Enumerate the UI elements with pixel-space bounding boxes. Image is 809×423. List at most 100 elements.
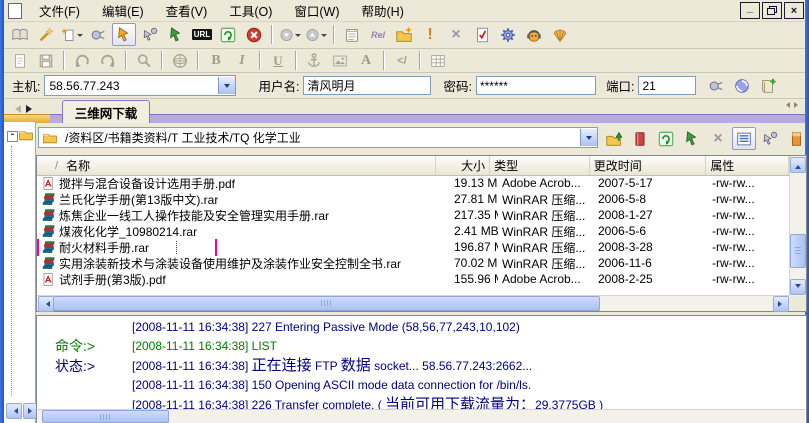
font-icon[interactable]: A <box>354 49 378 72</box>
underline-icon[interactable]: U <box>266 49 290 72</box>
list-view-icon-glyph <box>735 130 753 148</box>
save-icon[interactable] <box>34 49 58 72</box>
username-input[interactable] <box>303 76 432 95</box>
monkey-headset-icon[interactable] <box>522 23 546 46</box>
new-document-icon-dropdown[interactable] <box>77 33 83 40</box>
undo-icon[interactable] <box>70 49 94 72</box>
insert-table-icon[interactable] <box>426 49 450 72</box>
horizontal-scrollbar[interactable] <box>37 295 790 312</box>
verify-document-icon[interactable] <box>470 23 494 46</box>
html-tag-icon[interactable]: </ <box>390 49 414 72</box>
download-icon-dropdown[interactable] <box>295 33 301 40</box>
table-row[interactable]: 耐火材料手册.rar 196.87 MB WinRAR 压缩... 2008-3-28… <box>37 238 789 256</box>
edit-file-icon[interactable] <box>340 23 364 46</box>
go-pointer-icon[interactable] <box>680 127 704 150</box>
insert-image-icon[interactable] <box>328 49 352 72</box>
refresh-list-icon[interactable] <box>654 127 678 150</box>
scroll-down-button[interactable] <box>790 279 806 295</box>
refresh-icon[interactable] <box>216 23 240 46</box>
italic-icon[interactable]: I <box>230 49 254 72</box>
anchor-icon[interactable] <box>302 49 326 72</box>
host-dropdown-button[interactable] <box>218 77 236 94</box>
column-header-attr[interactable]: 属性 <box>706 156 789 175</box>
tab-overflow-left-button[interactable] <box>782 99 791 110</box>
queue-pane-icon[interactable] <box>784 127 805 150</box>
select-pointer-icon[interactable] <box>112 23 136 46</box>
tree-expander[interactable]: - <box>7 131 18 142</box>
column-header-name[interactable]: / 名称 <box>37 156 436 175</box>
password-input[interactable] <box>475 76 596 95</box>
rar-file-icon <box>41 192 56 207</box>
bold-icon[interactable]: B <box>204 49 228 72</box>
cancel-icon[interactable]: × <box>706 127 730 150</box>
table-row[interactable]: 兰氏化学手册(第13版中文).rar 27.81 MB WinRAR 压缩... 20… <box>37 191 789 207</box>
column-header-modified[interactable]: 更改时间 <box>590 156 707 175</box>
table-row[interactable]: 搅拌与混合设备设计选用手册.pdf 19.13 MB Adobe Acrob... 2… <box>37 175 789 191</box>
go-pointer-icon[interactable] <box>164 23 188 46</box>
browser-globe-icon[interactable] <box>168 49 192 72</box>
host-combobox[interactable]: 58.56.77.243 <box>44 75 237 96</box>
scroll-up-button[interactable] <box>790 157 806 173</box>
quick-connect-icon[interactable] <box>86 23 110 46</box>
close-button[interactable]: × <box>784 2 804 19</box>
folder-up-icon[interactable] <box>602 127 626 150</box>
vertical-scroll-thumb[interactable] <box>790 234 806 268</box>
rename-icon[interactable]: Rel <box>366 23 390 46</box>
menu-item-help[interactable]: 帮助(H) <box>351 0 415 21</box>
log-horizontal-scrollbar[interactable] <box>38 409 805 423</box>
port-input[interactable] <box>638 76 697 95</box>
tree-scroll-left-button[interactable] <box>6 403 22 419</box>
delete-icon[interactable]: × <box>444 23 468 46</box>
disconnect-pointer-icon[interactable] <box>138 23 162 46</box>
upload-icon-dropdown[interactable] <box>321 33 327 40</box>
log-segment: [2008-11-11 16:34:38] <box>132 359 252 373</box>
priority-icon[interactable]: ! <box>418 23 442 46</box>
vertical-scrollbar[interactable] <box>789 156 806 296</box>
add-bookmark-icon[interactable] <box>756 74 780 97</box>
download-icon[interactable] <box>278 23 302 46</box>
tree-scroll-buttons <box>6 403 39 419</box>
shell-icon[interactable] <box>548 23 572 46</box>
new-folder-icon[interactable] <box>392 23 416 46</box>
table-row[interactable]: 炼焦企业一线工人操作技能及安全管理实用手册.rar 217.35 MB WinRAR… <box>37 207 789 223</box>
new-file-icon[interactable] <box>8 49 32 72</box>
new-document-icon[interactable] <box>60 23 84 46</box>
scroll-left-button[interactable] <box>38 296 54 312</box>
url-icon[interactable]: URL <box>190 23 214 46</box>
find-icon[interactable] <box>132 49 156 72</box>
redo-icon[interactable] <box>96 49 120 72</box>
tab-overflow-right-button[interactable] <box>793 99 802 110</box>
list-view-icon[interactable] <box>732 127 756 150</box>
path-combobox[interactable]: /资料区/书籍类资料/T 工业技术/TQ 化学工业 <box>38 127 598 148</box>
menu-item-edit[interactable]: 编辑(E) <box>91 0 155 21</box>
scroll-right-button[interactable] <box>773 296 789 312</box>
table-row[interactable]: 煤液化化学_10980214.rar 2.41 MB WinRAR 压缩... 200… <box>37 223 789 239</box>
table-row[interactable]: 试剂手册(第3版).pdf 155.96 MB Adobe Acrob... 2008… <box>37 271 789 287</box>
file-name: 搅拌与混合设备设计选用手册.pdf <box>59 176 236 191</box>
settings-gear-icon[interactable] <box>496 23 520 46</box>
menu-item-file[interactable]: 文件(F) <box>28 0 91 21</box>
bookmarks-book-icon[interactable] <box>628 127 652 150</box>
table-row[interactable]: 实用涂装新技术与涂装设备使用维护及涂装作业安全控制全书.rar 70.02 MB W… <box>37 255 789 271</box>
tab-sanweiwang-download[interactable]: 三维网下载 <box>62 100 150 123</box>
stop-icon[interactable] <box>242 23 266 46</box>
site-manager-icon[interactable] <box>8 23 32 46</box>
connection-pointer-icon[interactable] <box>758 127 782 150</box>
ftp-log-pane: 命令:> 状态:> [2008-11-11 16:34:38] 227 Ente… <box>36 315 807 423</box>
menu-item-view[interactable]: 查看(V) <box>155 0 219 21</box>
column-label: 名称 <box>66 159 91 173</box>
connection-wizard-icon[interactable] <box>34 23 58 46</box>
reconnect-swirl-icon[interactable] <box>730 74 754 97</box>
menu-item-tools[interactable]: 工具(O) <box>218 0 283 21</box>
column-header-size[interactable]: 大小 <box>436 156 491 175</box>
horizontal-scroll-thumb[interactable] <box>53 296 600 311</box>
log-scroll-thumb[interactable] <box>42 410 169 423</box>
upload-icon[interactable] <box>304 23 328 46</box>
restore-button[interactable] <box>762 2 782 19</box>
path-dropdown-button[interactable] <box>580 129 597 146</box>
menu-item-window[interactable]: 窗口(W) <box>283 0 350 21</box>
tree-root-folder-icon[interactable] <box>18 127 34 143</box>
column-header-type[interactable]: 类型 <box>490 156 590 175</box>
connect-plug-icon[interactable] <box>704 74 728 97</box>
minimize-button[interactable]: _ <box>740 2 760 19</box>
